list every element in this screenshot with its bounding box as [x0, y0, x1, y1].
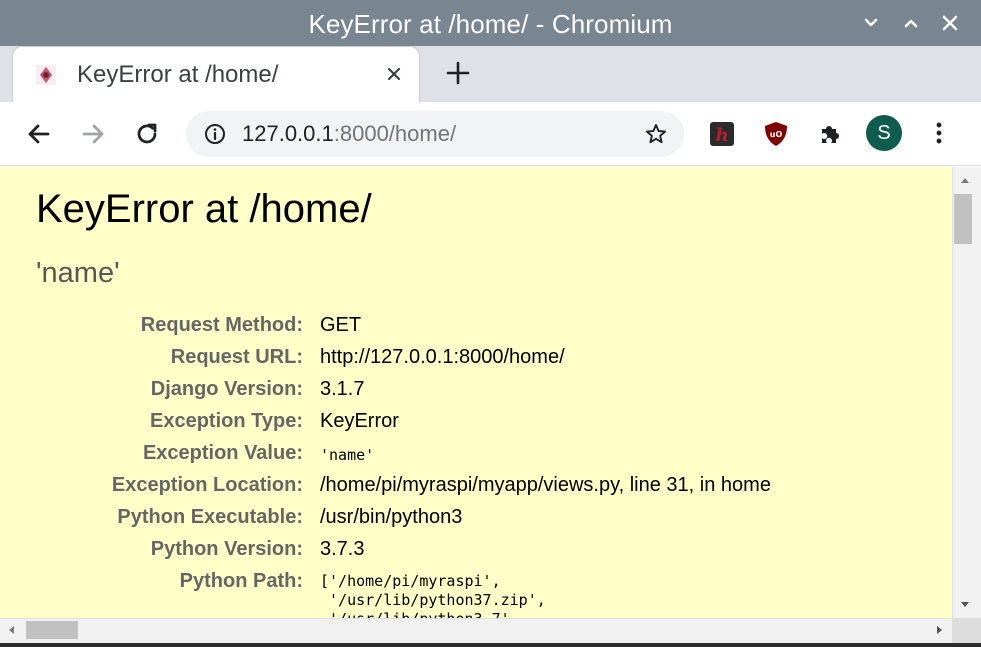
page-title: KeyError at /home/	[36, 187, 372, 231]
scroll-down-arrow-icon[interactable]	[958, 597, 972, 611]
meta-label: Python Version:	[150, 538, 303, 560]
scroll-up-arrow-icon[interactable]	[958, 174, 972, 188]
url-text[interactable]: 127.0.0.1:8000/home/	[242, 121, 456, 147]
meta-row-python-version: Python Version: 3.7.3	[0, 538, 952, 568]
browser-toolbar: 127.0.0.1:8000/home/ h uO	[0, 102, 981, 166]
info-icon[interactable]	[204, 123, 226, 145]
meta-label: Python Executable:	[117, 506, 303, 528]
meta-row-django-version: Django Version: 3.1.7	[0, 378, 952, 408]
python-path-line: ['/home/pi/myraspi',	[320, 572, 501, 590]
python-path-line: '/usr/lib/python3.7',	[320, 610, 519, 618]
meta-row-request-url: Request URL: http://127.0.0.1:8000/home/	[0, 346, 952, 376]
meta-label: Django Version:	[150, 378, 303, 400]
meta-label: Request URL:	[170, 346, 303, 368]
chevron-down-icon	[864, 18, 878, 27]
minimize-button[interactable]	[857, 9, 885, 37]
tab-close-icon[interactable]	[383, 63, 405, 85]
exception-message: 'name'	[36, 257, 120, 289]
meta-value: /usr/bin/python3	[320, 506, 463, 528]
window-bottom-edge	[0, 643, 981, 647]
scrollbar-corner	[952, 618, 981, 643]
forward-icon[interactable]	[78, 119, 108, 149]
horizontal-scroll-thumb[interactable]	[26, 621, 78, 639]
window-close-button[interactable]	[936, 9, 964, 37]
meta-label: Exception Value:	[142, 442, 303, 464]
svg-text:uO: uO	[770, 130, 783, 139]
hypothesis-extension-icon[interactable]: h	[708, 120, 736, 148]
meta-label: Exception Location:	[111, 474, 303, 496]
meta-value: 3.7.3	[320, 538, 365, 560]
meta-row-exception-type: Exception Type: KeyError	[0, 410, 952, 440]
ublock-shield-icon[interactable]: uO	[762, 120, 790, 148]
page-content: KeyError at /home/ 'name' Request Method…	[0, 167, 952, 618]
meta-value: http://127.0.0.1:8000/home/	[320, 346, 565, 368]
reload-icon[interactable]	[132, 119, 162, 149]
puzzle-icon[interactable]	[816, 120, 844, 148]
kebab-icon[interactable]	[927, 119, 951, 147]
url-host: 127.0.0.1	[242, 121, 334, 146]
meta-row-exception-location: Exception Location: /home/pi/myraspi/mya…	[0, 474, 952, 504]
meta-row-python-executable: Python Executable: /usr/bin/python3	[0, 506, 952, 536]
vertical-scroll-thumb[interactable]	[954, 194, 972, 244]
url-path: :8000/home/	[333, 121, 457, 146]
window-titlebar: KeyError at /home/ - Chromium	[0, 0, 981, 46]
chevron-up-icon	[904, 19, 918, 28]
back-icon[interactable]	[24, 119, 54, 149]
meta-label: Python Path:	[179, 570, 303, 592]
python-path-line: '/usr/lib/python37.zip',	[320, 591, 546, 609]
scroll-left-arrow-icon[interactable]	[5, 623, 19, 637]
horizontal-scrollbar[interactable]	[0, 618, 952, 643]
django-favicon-icon	[36, 65, 56, 85]
meta-row-request-method: Request Method: GET	[0, 314, 952, 344]
tab-strip: KeyError at /home/	[0, 46, 981, 102]
svg-text:h: h	[715, 125, 728, 146]
maximize-button[interactable]	[897, 9, 925, 37]
meta-row-exception-value: Exception Value: 'name'	[0, 442, 952, 472]
meta-value: 3.1.7	[320, 378, 365, 400]
plus-icon[interactable]	[445, 60, 471, 86]
tab-title: KeyError at /home/	[77, 61, 279, 88]
meta-value: KeyError	[320, 410, 399, 432]
scroll-right-arrow-icon[interactable]	[932, 623, 946, 637]
profile-avatar[interactable]: S	[866, 115, 902, 151]
window-title: KeyError at /home/ - Chromium	[308, 9, 673, 39]
address-bar[interactable]: 127.0.0.1:8000/home/	[186, 111, 684, 157]
meta-label: Request Method:	[140, 314, 303, 336]
star-icon[interactable]	[644, 122, 668, 146]
meta-label: Exception Type:	[150, 410, 303, 432]
meta-value: /home/pi/myraspi/myapp/views.py, line 31…	[320, 474, 771, 496]
meta-value: GET	[320, 314, 362, 336]
browser-tab[interactable]: KeyError at /home/	[12, 46, 420, 102]
close-icon	[942, 15, 958, 31]
meta-value: 'name'	[320, 446, 375, 464]
